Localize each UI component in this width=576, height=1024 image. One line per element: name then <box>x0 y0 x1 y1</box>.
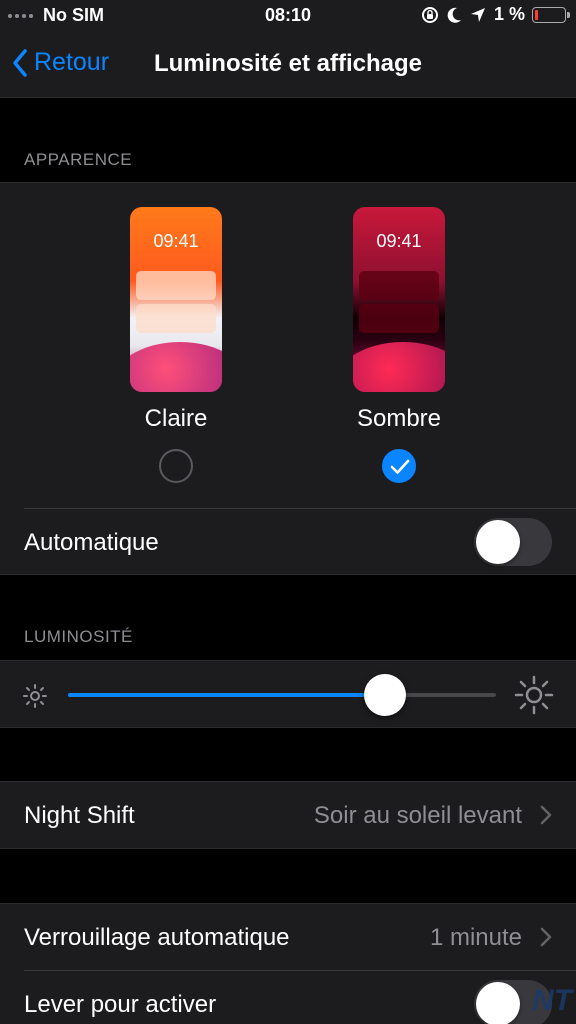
auto-lock-value: 1 minute <box>429 924 522 951</box>
automatic-toggle[interactable] <box>474 518 552 566</box>
lock-group: Verrouillage automatique 1 minute Lever … <box>0 903 576 1024</box>
appearance-header: APPARENCE <box>24 150 133 169</box>
night-shift-label: Night Shift <box>24 802 135 829</box>
light-mode-radio[interactable] <box>159 449 193 483</box>
appearance-group: 09:41 Claire 09:41 Sombre Automatique <box>0 182 576 575</box>
brightness-header: LUMINOSITÉ <box>24 627 133 646</box>
status-right: 1 % <box>421 4 570 25</box>
night-shift-value: Soir au soleil levant <box>313 802 522 829</box>
night-shift-row[interactable]: Night Shift Soir au soleil levant <box>0 782 576 848</box>
dark-mode-preview: 09:41 <box>353 207 445 392</box>
automatic-label: Automatique <box>24 529 159 556</box>
navigation-bar: Retour Luminosité et affichage <box>0 30 576 98</box>
light-preview-time: 09:41 <box>153 231 199 251</box>
brightness-slider[interactable] <box>68 693 496 697</box>
battery-percent: 1 % <box>493 4 525 24</box>
settings-screen: No SIM 08:10 1 % Retour Luminosité et af… <box>0 0 576 1024</box>
page-title: Luminosité et affichage <box>153 50 423 77</box>
brightness-slider-thumb[interactable] <box>363 674 406 716</box>
chevron-right-icon <box>540 805 552 825</box>
checkmark-icon <box>390 459 410 474</box>
brightness-group <box>0 660 576 728</box>
dark-mode-radio[interactable] <box>382 449 416 483</box>
automatic-row[interactable]: Automatique <box>0 509 576 575</box>
dark-mode-option[interactable]: 09:41 Sombre <box>353 207 445 483</box>
chevron-right-icon <box>540 927 552 947</box>
rotation-lock-icon <box>421 6 438 23</box>
preview-notification <box>136 304 216 333</box>
sun-large-icon <box>514 675 554 715</box>
dark-preview-time: 09:41 <box>376 231 422 251</box>
brightness-slider-fill <box>68 693 385 697</box>
dark-mode-label: Sombre <box>356 405 442 432</box>
preview-notification <box>136 271 216 300</box>
battery-icon <box>532 6 570 23</box>
watermark-logo: NT <box>532 984 572 1017</box>
moon-icon <box>447 7 461 23</box>
light-mode-label: Claire <box>144 405 208 432</box>
light-mode-option[interactable]: 09:41 Claire <box>130 207 222 483</box>
raise-to-wake-label: Lever pour activer <box>24 991 217 1018</box>
raise-to-wake-row[interactable]: Lever pour activer <box>0 971 576 1024</box>
auto-lock-label: Verrouillage automatique <box>24 924 290 951</box>
location-icon <box>470 7 485 22</box>
preview-notification <box>359 304 439 333</box>
light-mode-preview: 09:41 <box>130 207 222 392</box>
status-bar: No SIM 08:10 1 % <box>0 0 576 30</box>
night-shift-group: Night Shift Soir au soleil levant <box>0 781 576 849</box>
preview-notification <box>359 271 439 300</box>
sun-small-icon <box>23 684 47 708</box>
auto-lock-row[interactable]: Verrouillage automatique 1 minute <box>0 904 576 970</box>
